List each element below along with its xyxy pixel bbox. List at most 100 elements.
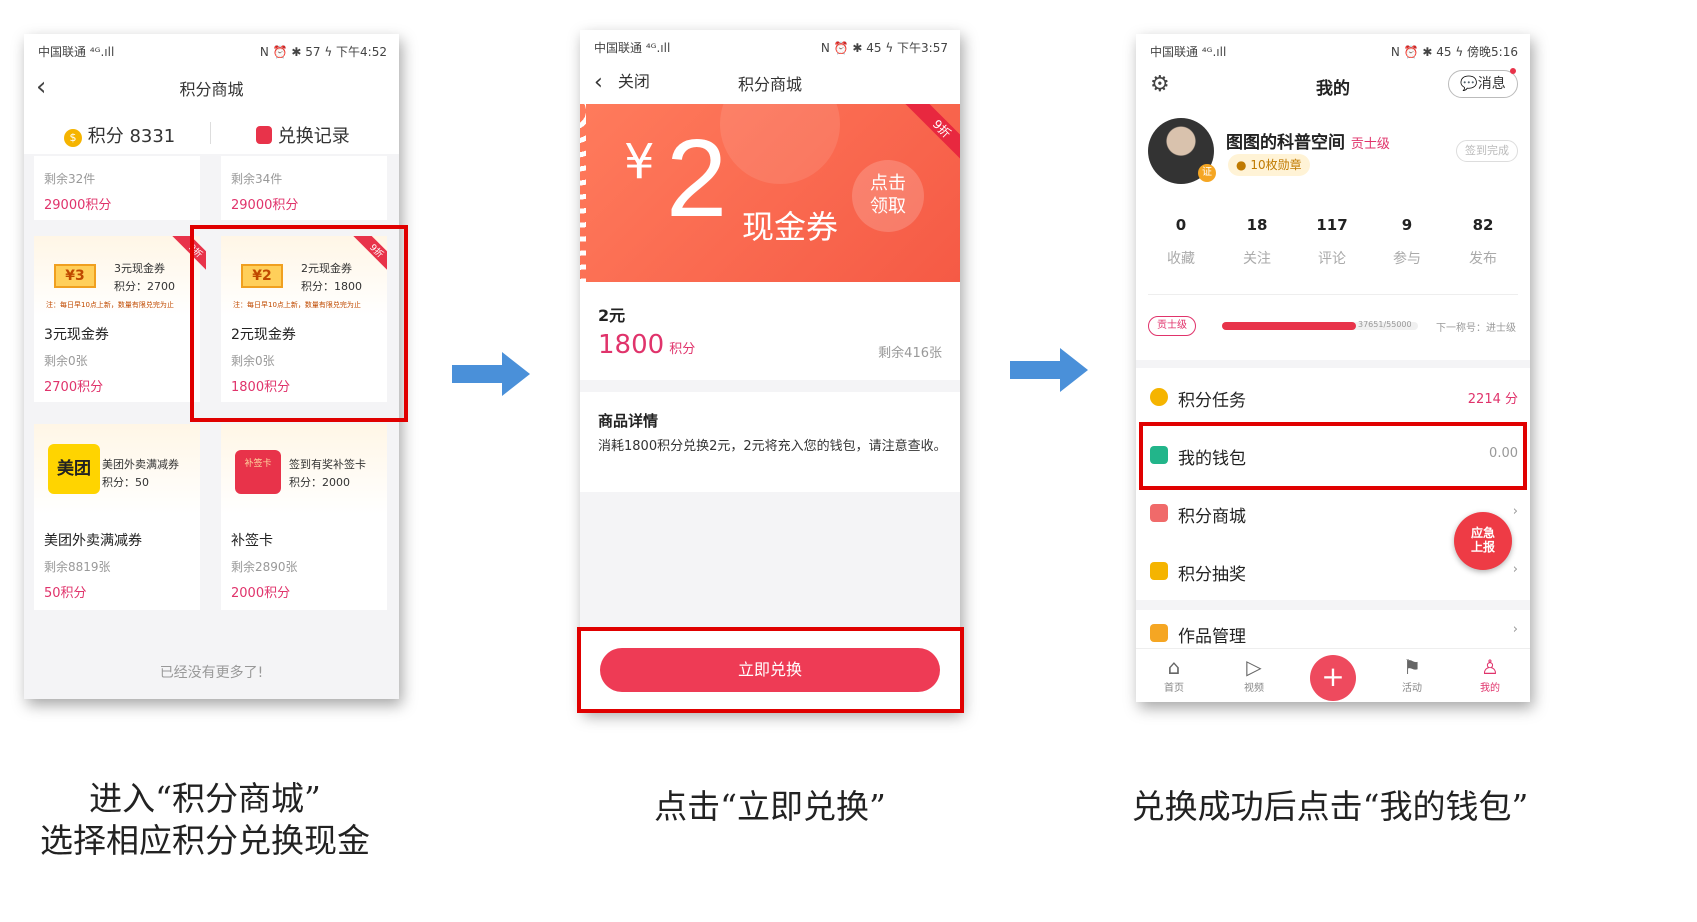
remain-count: 剩余0张 — [44, 354, 88, 368]
points-price: 1800 积分 — [598, 330, 695, 360]
product-card[interactable]: 美团 美团外卖满减券 积分：50 美团外卖满减券 剩余8819张 50积分 — [34, 424, 200, 610]
stat-favorites[interactable]: 0 收藏 — [1146, 216, 1216, 268]
chevron-right-icon: › — [1512, 562, 1518, 577]
menu-points-tasks[interactable]: 积分任务 2214 分 — [1136, 368, 1530, 426]
phone-product-detail: 中国联通 ⁴ᴳ.ıll N ⏰ ✱ 45 ϟ 下午3:57 ‹ 关闭 积分商城 … — [580, 30, 960, 710]
stat-posts[interactable]: 82 发布 — [1448, 216, 1518, 268]
end-of-list-text: 已经没有更多了! — [159, 665, 264, 681]
username: 图图的科普空间 — [1226, 133, 1345, 153]
gift-icon — [1150, 562, 1168, 580]
points-balance[interactable]: $ 积分 8331 — [64, 122, 175, 148]
image-title: 3元现金券 — [114, 262, 165, 275]
highlight-my-wallet — [1139, 422, 1527, 490]
coupon-image: 补签卡 签到有奖补签卡 积分：2000 — [221, 424, 387, 514]
image-points: 积分：50 — [102, 476, 149, 489]
page-title: 积分商城 — [737, 75, 802, 94]
records-label: 兑换记录 — [277, 126, 350, 147]
points-unit: 积分 — [669, 342, 696, 357]
username-row[interactable]: 图图的科普空间 贡士级 — [1226, 128, 1390, 153]
exchange-records-link[interactable]: 兑换记录 — [256, 122, 350, 148]
caption-line: 进入“积分商城” — [89, 779, 321, 818]
nav-activity[interactable]: ⚑ 活动 — [1382, 655, 1442, 694]
image-title: 美团外卖满减券 — [102, 458, 179, 471]
messages-button[interactable]: 💬消息 — [1448, 70, 1518, 98]
detail-title: 商品详情 — [598, 412, 659, 430]
points-value: 1800 — [598, 330, 665, 360]
carrier-text: 中国联通 ⁴ᴳ.ıll — [38, 45, 115, 59]
divider — [210, 122, 211, 144]
ticket-graphic: ¥3 — [54, 264, 96, 288]
carrier-text: 中国联通 ⁴ᴳ.ıll — [594, 41, 671, 55]
medals-badge[interactable]: ● 10枚勋章 — [1228, 154, 1310, 176]
product-name: 美团外卖满减券 — [44, 533, 142, 549]
price: 2700积分 — [44, 380, 104, 395]
video-icon: ▷ — [1246, 655, 1262, 679]
caption-step-1: 进入“积分商城” 选择相应积分兑换现金 — [20, 778, 390, 862]
profile-panel — [1136, 64, 1530, 360]
caption-line: 选择相应积分兑换现金 — [40, 821, 370, 860]
coin-icon: $ — [64, 129, 82, 147]
signin-status[interactable]: 签到完成 — [1456, 140, 1518, 162]
chat-icon: 💬 — [1460, 76, 1478, 92]
price: 29000积分 — [44, 198, 112, 213]
stat-following[interactable]: 18 关注 — [1222, 216, 1292, 268]
messages-label: 消息 — [1477, 76, 1506, 92]
nav-video[interactable]: ▷ 视频 — [1224, 655, 1284, 694]
level-progress-text: 37651/55000 — [1358, 320, 1412, 329]
points-label: 积分 8331 — [87, 126, 176, 147]
chevron-right-icon: › — [1512, 504, 1518, 519]
flag-icon: ⚑ — [1403, 655, 1421, 679]
product-card[interactable]: ¥3 3元现金券 积分：2700 注：每日早10点上新，数量有限兑完为止 9折 … — [34, 236, 206, 402]
yen-symbol: ¥ — [624, 134, 655, 190]
product-card[interactable]: 剩余34件 29000积分 — [221, 156, 387, 220]
image-title: 签到有奖补签卡 — [289, 458, 366, 471]
signin-card-graphic: 补签卡 — [235, 450, 281, 494]
page-title: 积分商城 — [179, 80, 244, 99]
level-title: 贡士级 — [1350, 137, 1390, 152]
product-card[interactable]: 剩余32件 29000积分 — [34, 156, 200, 220]
product-name: 补签卡 — [231, 533, 273, 549]
record-icon — [256, 126, 272, 144]
chevron-right-icon: › — [1512, 622, 1518, 637]
medals-label: 10枚勋章 — [1250, 158, 1302, 172]
claim-bubble[interactable]: 点击 领取 — [852, 160, 924, 232]
price: 29000积分 — [231, 198, 299, 213]
product-card[interactable]: 补签卡 签到有奖补签卡 积分：2000 补签卡 剩余2890张 2000积分 — [221, 424, 387, 610]
coin-icon — [1150, 388, 1168, 406]
user-icon: ♙ — [1481, 655, 1499, 679]
plus-icon[interactable]: + — [1310, 655, 1356, 701]
arrow-right-icon — [1010, 348, 1088, 392]
nav-home[interactable]: ⌂ 首页 — [1144, 655, 1204, 694]
level-badge: 贡士级 — [1148, 316, 1196, 336]
next-level-text[interactable]: 下一称号：进士级 — [1436, 319, 1516, 334]
caption-step-2: 点击“立即兑换” — [654, 787, 886, 826]
home-icon: ⌂ — [1167, 655, 1181, 679]
detail-text: 消耗1800积分兑换2元，2元将充入您的钱包，请注意查收。 — [598, 439, 947, 454]
coupon-amount: 2 — [666, 117, 728, 240]
claim-line2: 领取 — [870, 196, 906, 217]
menu-works-management[interactable]: 作品管理 › — [1136, 610, 1530, 650]
status-bar: 中国联通 ⁴ᴳ.ıll N ⏰ ✱ 57 ϟ 下午4:52 — [24, 34, 399, 64]
image-points: 积分：2000 — [289, 476, 350, 489]
medal-icon: ● — [1236, 158, 1247, 172]
caption-step-3: 兑换成功后点击“我的钱包” — [1131, 787, 1529, 826]
remain-count: 剩余2890张 — [231, 560, 298, 574]
arrow-right-icon — [452, 352, 530, 396]
image-points: 积分：2700 — [114, 280, 175, 293]
item-name: 2元 — [598, 306, 626, 325]
emergency-report-button[interactable]: 应急 上报 — [1454, 512, 1512, 570]
stat-participation[interactable]: 9 参与 — [1372, 216, 1442, 268]
nav-mine[interactable]: ♙ 我的 — [1460, 655, 1520, 694]
coupon-label: 现金券 — [742, 208, 839, 246]
stat-comments[interactable]: 117 评论 — [1297, 216, 1367, 268]
perforated-edge — [580, 104, 586, 282]
level-progress-fill — [1222, 322, 1357, 330]
remain-count: 剩余8819张 — [44, 560, 111, 574]
status-icons: N ⏰ ✱ 45 ϟ 傍晚5:16 — [1390, 45, 1518, 59]
stats-row: 0 收藏 18 关注 117 评论 9 参与 82 发布 — [1146, 216, 1520, 276]
divider — [1148, 294, 1518, 295]
phone-my-profile: 中国联通 ⁴ᴳ.ıll N ⏰ ✱ 45 ϟ 傍晚5:16 ⚙ 我的 💬消息 证… — [1136, 34, 1530, 702]
meituan-logo: 美团 — [48, 444, 100, 494]
coupon-banner: ¥ 2 现金券 点击 领取 9折 — [580, 104, 960, 282]
discount-tag: 9折 — [898, 104, 960, 166]
